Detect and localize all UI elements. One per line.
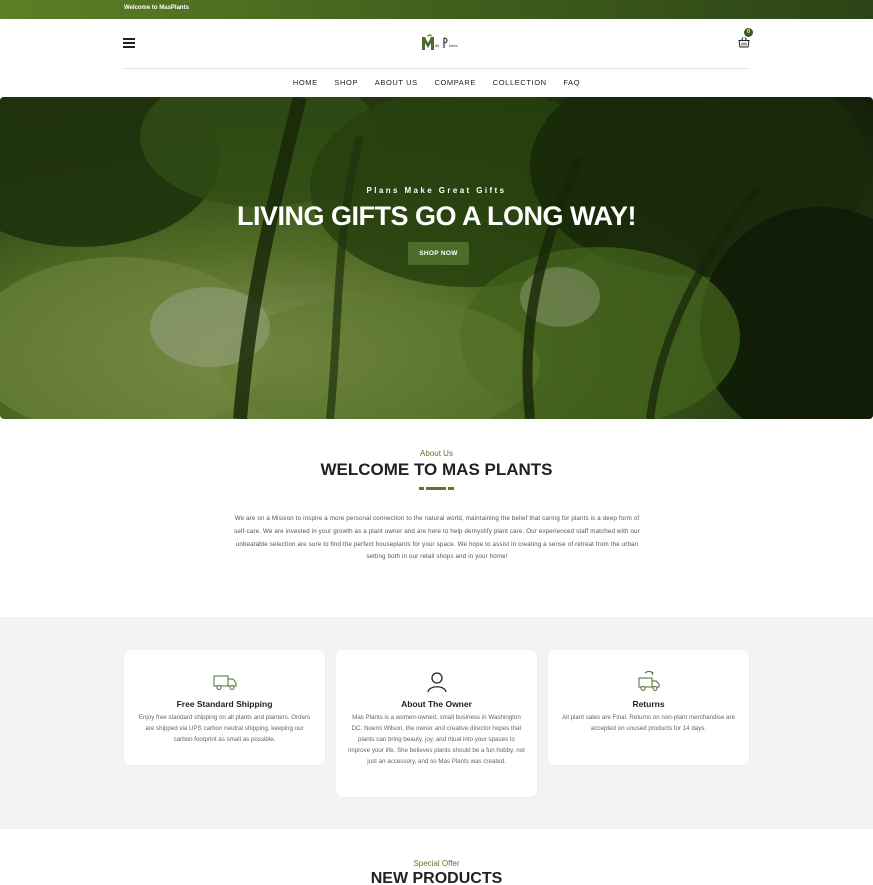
hero-subtitle: Plans Make Great Gifts <box>366 186 507 195</box>
feature-title: About The Owner <box>401 699 472 709</box>
nav-item-faq[interactable]: FAQ <box>563 78 580 87</box>
header-divider <box>124 68 750 69</box>
user-icon <box>426 672 447 693</box>
svg-text:as: as <box>435 44 439 49</box>
feature-title: Free Standard Shipping <box>176 699 273 709</box>
nav-item-about-us[interactable]: ABOUT US <box>375 78 418 87</box>
about-description: We are on a Mission to inspire a more pe… <box>234 515 640 561</box>
feature-card-returns: Returns All plant sales are Final. Retur… <box>548 650 749 765</box>
svg-text:lants: lants <box>449 43 458 48</box>
feature-text: Mas Plants is a women-owned, small busin… <box>348 714 525 765</box>
features-section: Free Standard Shipping Enjoy free standa… <box>0 617 873 829</box>
hamburger-menu-icon[interactable] <box>123 38 135 48</box>
return-truck-icon <box>638 671 659 691</box>
truck-icon <box>213 675 236 690</box>
feature-card-owner: About The Owner Mas Plants is a women-ow… <box>336 650 537 797</box>
site-logo[interactable]: as lants <box>420 33 468 53</box>
main-navigation: HOME SHOP ABOUT US COMPARE COLLECTION FA… <box>0 78 873 87</box>
feature-text: Enjoy free standard shipping on all plan… <box>138 714 311 743</box>
about-section-title: WELCOME TO MAS PLANTS <box>320 460 553 479</box>
nav-item-shop[interactable]: SHOP <box>334 78 358 87</box>
logo-icon: as lants <box>422 34 458 50</box>
nav-item-collection[interactable]: COLLECTION <box>493 78 547 87</box>
hero-title: LIVING GIFTS GO A LONG WAY! <box>236 201 637 231</box>
nav-item-home[interactable]: HOME <box>293 78 318 87</box>
feature-text: All plant sales are Final. Returns on no… <box>562 714 735 732</box>
welcome-text: Welcome to MasPlants <box>124 5 189 11</box>
special-offer-label: Special Offer <box>413 859 460 868</box>
new-products-title: NEW PRODUCTS <box>370 870 503 885</box>
feature-card-shipping: Free Standard Shipping Enjoy free standa… <box>124 650 325 765</box>
feature-title: Returns <box>632 699 665 709</box>
nav-item-compare[interactable]: COMPARE <box>434 78 476 87</box>
hero-banner: Plans Make Great Gifts LIVING GIFTS GO A… <box>0 97 873 419</box>
top-announcement-bar: Welcome to MasPlants <box>0 0 873 19</box>
cart-count-badge: 0 <box>744 28 753 37</box>
about-section-label: About Us <box>420 449 453 458</box>
section-divider <box>419 487 454 490</box>
shopping-basket-icon[interactable] <box>738 36 750 48</box>
shop-now-button[interactable]: SHOP NOW <box>408 242 469 265</box>
